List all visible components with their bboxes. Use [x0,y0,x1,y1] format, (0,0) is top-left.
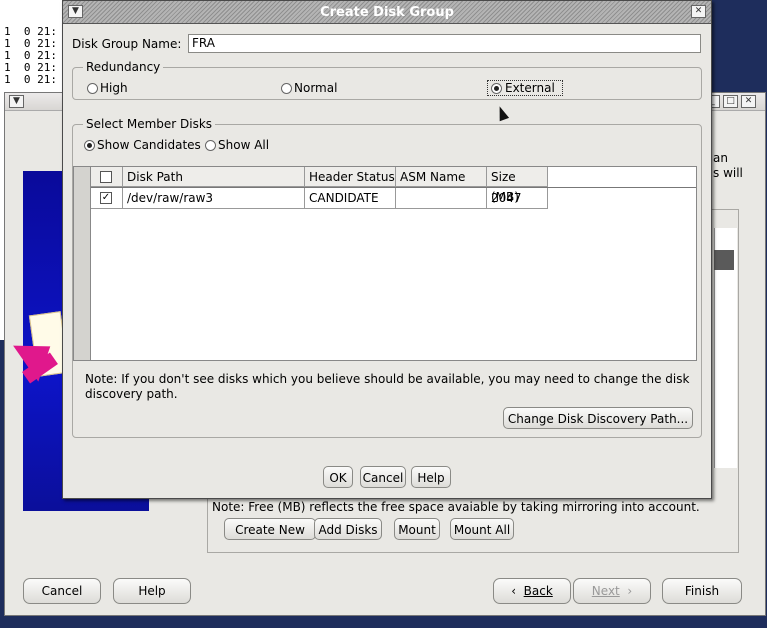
member-disks-legend: Select Member Disks [83,117,216,131]
terminal-line: 1 0 21: [4,25,57,38]
radio-show-all[interactable] [205,140,216,151]
cell-size[interactable]: 2047 [487,188,548,209]
terminal-line: 1 0 21: [4,37,57,50]
close-icon[interactable]: ✕ [741,95,756,108]
window-menu-icon[interactable]: ▼ [9,95,24,108]
chevron-left-icon: ‹ [511,584,524,598]
wizard-help-button[interactable]: Help [113,578,191,604]
free-space-note: Note: Free (MB) reflects the free space … [212,500,700,514]
cell-header-status[interactable]: CANDIDATE [305,188,396,209]
redundancy-legend: Redundancy [83,60,164,74]
radio-show-candidates[interactable] [84,140,95,151]
select-all-header [91,167,123,187]
terminal-line: 1 0 21: [4,61,57,74]
discovery-note-line1: Note: If you don't see disks which you b… [85,372,690,386]
dialog-title-bar: ▼ Create Disk Group ✕ [63,1,711,24]
dialog-title: Create Disk Group [320,5,454,20]
terminal-line: 1 0 21: [4,73,57,86]
row-checkbox[interactable]: ✓ [100,192,112,204]
text-fragment: an [713,151,728,165]
cancel-button[interactable]: Cancel [360,466,406,488]
radio-high[interactable] [87,83,98,94]
radio-external[interactable] [491,83,502,94]
text-fragment: s will [713,166,743,180]
selected-cell [714,250,734,270]
column-header-header-status[interactable]: Header Status [305,167,396,187]
cell-disk-path[interactable]: /dev/raw/raw3 [123,188,305,209]
close-icon[interactable]: ✕ [691,5,706,18]
group-name-label: Disk Group Name: [72,37,182,51]
create-disk-group-dialog: ▼ Create Disk Group ✕ Disk Group Name: F… [62,0,712,499]
mount-all-button[interactable]: Mount All [450,518,514,540]
column-header-size[interactable]: Size (MB) [487,167,548,204]
finish-button[interactable]: Finish [662,578,742,604]
next-button[interactable]: Next › [573,578,651,604]
mount-button[interactable]: Mount [394,518,440,540]
member-disks-table: Disk Path Header Status ASM Name Size (M… [73,166,697,361]
show-candidates-label: Show Candidates [97,138,201,152]
wizard-cancel-button[interactable]: Cancel [23,578,101,604]
discovery-note-line2: discovery path. [85,387,178,401]
show-all-label: Show All [218,138,270,152]
back-label: Back [523,584,553,598]
redundancy-group: Redundancy High Normal External [72,60,702,100]
ok-button[interactable]: OK [323,466,353,488]
cell-asm-name[interactable] [396,188,487,209]
column-header-disk-path[interactable]: Disk Path [123,167,305,187]
column-header-asm-name[interactable]: ASM Name [396,167,487,187]
create-new-button[interactable]: Create New [224,518,316,540]
group-name-input[interactable]: FRA [188,34,701,53]
help-button[interactable]: Help [411,466,451,488]
radio-normal[interactable] [281,83,292,94]
add-disks-button[interactable]: Add Disks [314,518,382,540]
next-label: Next [591,584,620,598]
maximize-icon[interactable]: □ [723,95,738,108]
table-row-select-cell[interactable]: ✓ [91,188,123,209]
change-discovery-path-button[interactable]: Change Disk Discovery Path... [503,407,693,429]
back-button[interactable]: ‹ Back [493,578,571,604]
chevron-right-icon: › [619,584,633,598]
row-header-column [74,167,91,360]
radio-normal-label: Normal [294,81,338,95]
radio-high-label: High [100,81,128,95]
select-all-checkbox[interactable] [100,171,112,183]
radio-external-label: External [505,81,555,95]
terminal-line: 1 0 21: [4,49,57,62]
